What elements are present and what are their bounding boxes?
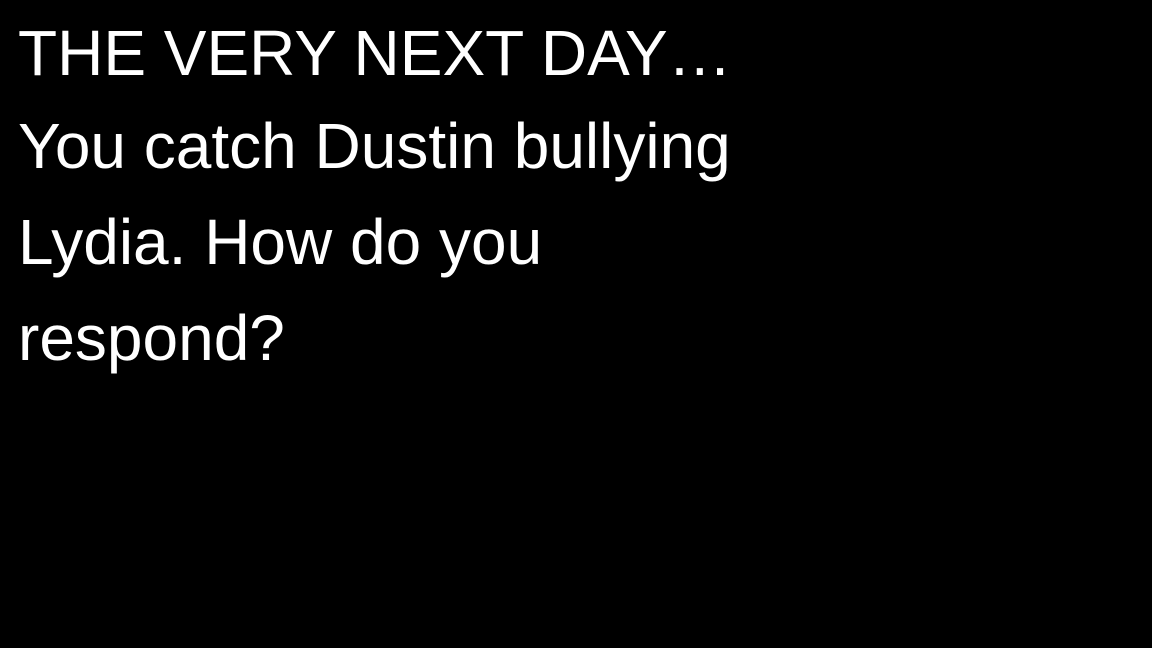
body-line-1: You catch Dustin bullying [18,110,731,182]
body-line-3: respond? [18,302,285,374]
body-line-2: Lydia. How do you [18,206,543,278]
slide-heading: THE VERY NEXT DAY… [18,17,732,89]
slide-text: THE VERY NEXT DAY… You catch Dustin bull… [18,8,1128,386]
slide: THE VERY NEXT DAY… You catch Dustin bull… [0,0,1152,648]
